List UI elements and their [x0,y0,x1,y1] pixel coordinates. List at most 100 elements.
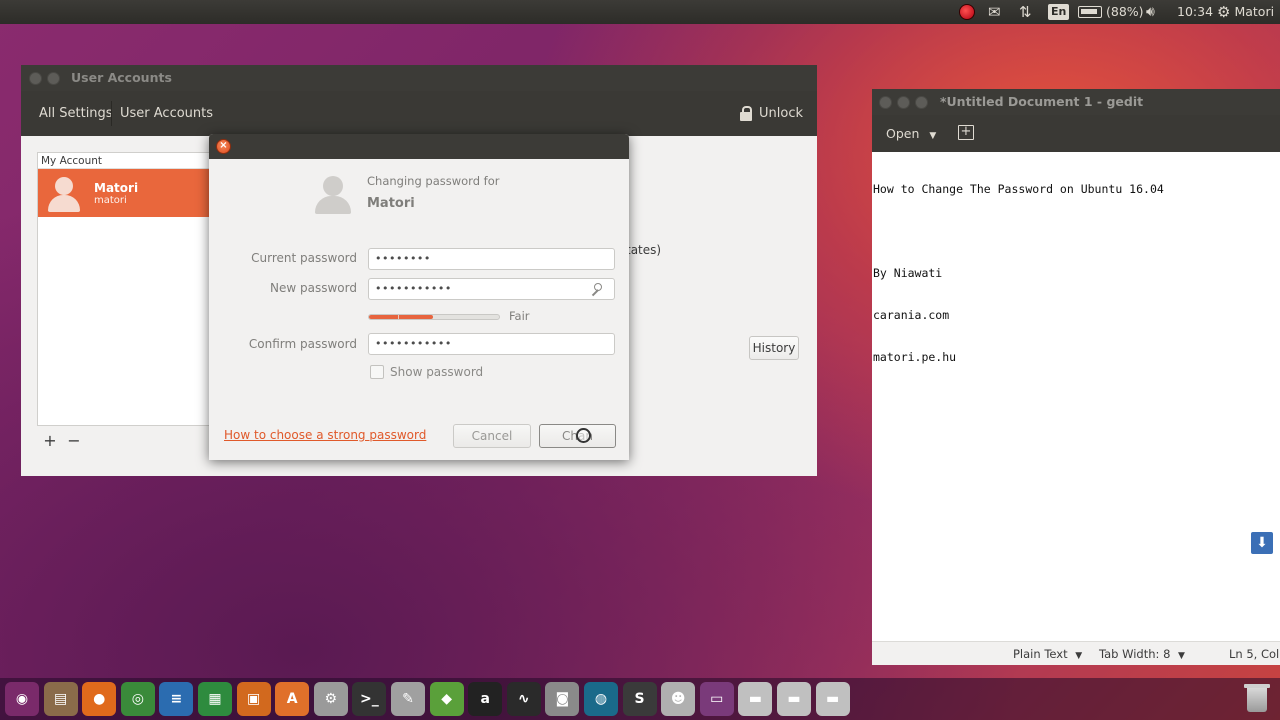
add-user-button[interactable]: + [39,431,61,453]
window-title: User Accounts [71,70,172,85]
recording-icon[interactable] [959,0,975,24]
battery-percent: (88%) [1106,4,1144,19]
globe-icon[interactable]: ◍ [584,682,618,716]
new-tab-icon[interactable]: + [958,125,974,140]
drive-1-icon[interactable]: ▬ [738,682,773,716]
unlock-button[interactable]: Unlock [740,91,803,136]
close-window-button[interactable] [29,72,42,85]
dialog-avatar [313,174,353,216]
settings-header: All Settings User Accounts Unlock [21,91,817,136]
workspace-switcher-icon[interactable]: ▭ [699,682,734,716]
chevron-down-icon: ▼ [1178,651,1185,661]
remove-user-button[interactable]: − [63,431,85,453]
tab-width-label: Tab Width: 8 [1099,647,1171,661]
all-settings-button[interactable]: All Settings [31,91,121,136]
confirm-password-field[interactable]: ••••••••••• [368,333,615,355]
maximize-window-button[interactable] [915,96,928,109]
password-strength-label: Fair [509,309,530,323]
close-icon[interactable]: × [216,139,231,154]
messaging-icon[interactable]: ✉ [988,0,1001,24]
account-list-toolbar: + − [39,431,85,453]
new-password-label: New password [270,281,357,295]
account-row-matori[interactable]: Matori matori [38,169,236,217]
volume-icon[interactable]: 🔊︎ [1146,0,1155,24]
new-password-value: ••••••••••• [375,282,452,295]
show-password-checkbox[interactable] [370,365,384,379]
terminal-icon[interactable]: >_ [352,682,387,716]
software-center-icon[interactable]: A [275,682,310,716]
system-monitor-icon[interactable]: ∿ [506,682,541,716]
document-text[interactable]: How to Change The Password on Ubuntu 16.… [873,154,1164,392]
user-accounts-breadcrumb[interactable]: User Accounts [112,91,221,136]
drive-3-icon[interactable]: ▬ [815,682,850,716]
clock[interactable]: 10:34 [1177,0,1213,24]
open-button[interactable]: Open ▼ [880,120,942,147]
generate-password-icon[interactable] [590,283,602,295]
download-arrow-icon[interactable]: ⬇ [1251,532,1273,554]
firefox-icon[interactable]: ● [82,682,117,716]
current-password-label: Current password [251,251,357,265]
gear-icon: ⚙ [1217,3,1231,21]
text-editor-icon[interactable]: ✎ [391,682,425,716]
password-strength-fill [369,315,433,319]
network-icon[interactable]: ⇅ [1019,0,1032,24]
confirm-password-label: Confirm password [248,337,357,351]
busy-cursor-icon [576,428,591,443]
minimize-window-button[interactable] [897,96,910,109]
dialog-username: Matori [367,196,415,211]
gedit-statusbar: Plain Text ▼ Tab Width: 8 ▼ Ln 5, Col [872,641,1280,665]
session-menu[interactable]: ⚙ Matori [1217,0,1274,24]
changing-password-caption: Changing password for [367,174,500,188]
change-password-dialog: × Changing password for Matori Current p… [209,134,629,460]
files-icon[interactable]: ▤ [43,682,78,716]
impress-icon[interactable]: ▣ [236,682,271,716]
gedit-title: *Untitled Document 1 - gedit [940,94,1144,109]
avatar [44,173,84,213]
strong-password-help-link[interactable]: How to choose a strong password [224,428,426,442]
show-password-toggle[interactable]: Show password [370,365,483,379]
language-mode-selector[interactable]: Plain Text ▼ [1013,642,1082,668]
writer-icon[interactable]: ≡ [159,682,194,716]
text-line: How to Change The Password on Ubuntu 16.… [873,182,1164,196]
sublime-icon[interactable]: S [622,682,657,716]
account-login: matori [94,194,127,206]
launcher-dock: ◉ ▤ ● ◎ ≡ ▦ ▣ A ⚙ >_ ✎ ◆ a ∿ ◙ ◍ S ☻ ▭ ▬ ▬ ▬ [0,678,1280,720]
amazon-icon[interactable]: a [468,682,503,716]
account-list-header: My Account [38,153,236,169]
tab-width-selector[interactable]: Tab Width: 8 ▼ [1099,642,1185,668]
gedit-headerbar: Open ▼ + [872,115,1280,152]
system-settings-icon[interactable]: ⚙ [313,682,348,716]
password-strength-bar [368,314,500,320]
user-accounts-icon[interactable]: ☻ [661,682,696,716]
current-password-field[interactable]: •••••••• [368,248,615,270]
text-line: carania.com [873,308,950,322]
close-window-button[interactable] [879,96,892,109]
screenshot-icon[interactable]: ◙ [545,682,580,716]
gedit-titlebar: *Untitled Document 1 - gedit [872,89,1280,115]
session-user: Matori [1234,4,1275,19]
history-button[interactable]: History [749,336,799,360]
android-studio-icon[interactable]: ◆ [429,682,464,716]
text-line: By Niawati [873,266,943,280]
user-accounts-titlebar: User Accounts [21,65,817,91]
keyboard-layout-indicator[interactable]: En [1048,0,1070,24]
chevron-down-icon: ▼ [1075,651,1083,661]
chevron-down-icon: ▼ [929,131,937,141]
minimize-window-button[interactable] [47,72,60,85]
trash-icon[interactable] [1241,682,1273,716]
chrome-icon[interactable]: ◎ [120,682,155,716]
dash-icon[interactable]: ◉ [5,682,39,716]
cancel-button[interactable]: Cancel [453,424,531,448]
battery-indicator[interactable]: (88%) [1078,0,1144,24]
keyboard-layout-label: En [1048,4,1070,20]
show-password-label: Show password [390,365,484,379]
top-panel: ✉ ⇅ En (88%) 🔊︎ 10:34 ⚙ Matori [0,0,1280,24]
calc-icon[interactable]: ▦ [198,682,232,716]
cursor-position: Ln 5, Col [1229,647,1280,661]
language-mode-label: Plain Text [1013,647,1068,661]
dialog-titlebar: × [209,134,629,159]
account-name: Matori [94,180,139,195]
text-line: matori.pe.hu [873,350,957,364]
drive-2-icon[interactable]: ▬ [777,682,811,716]
new-password-field[interactable]: ••••••••••• [368,278,615,300]
